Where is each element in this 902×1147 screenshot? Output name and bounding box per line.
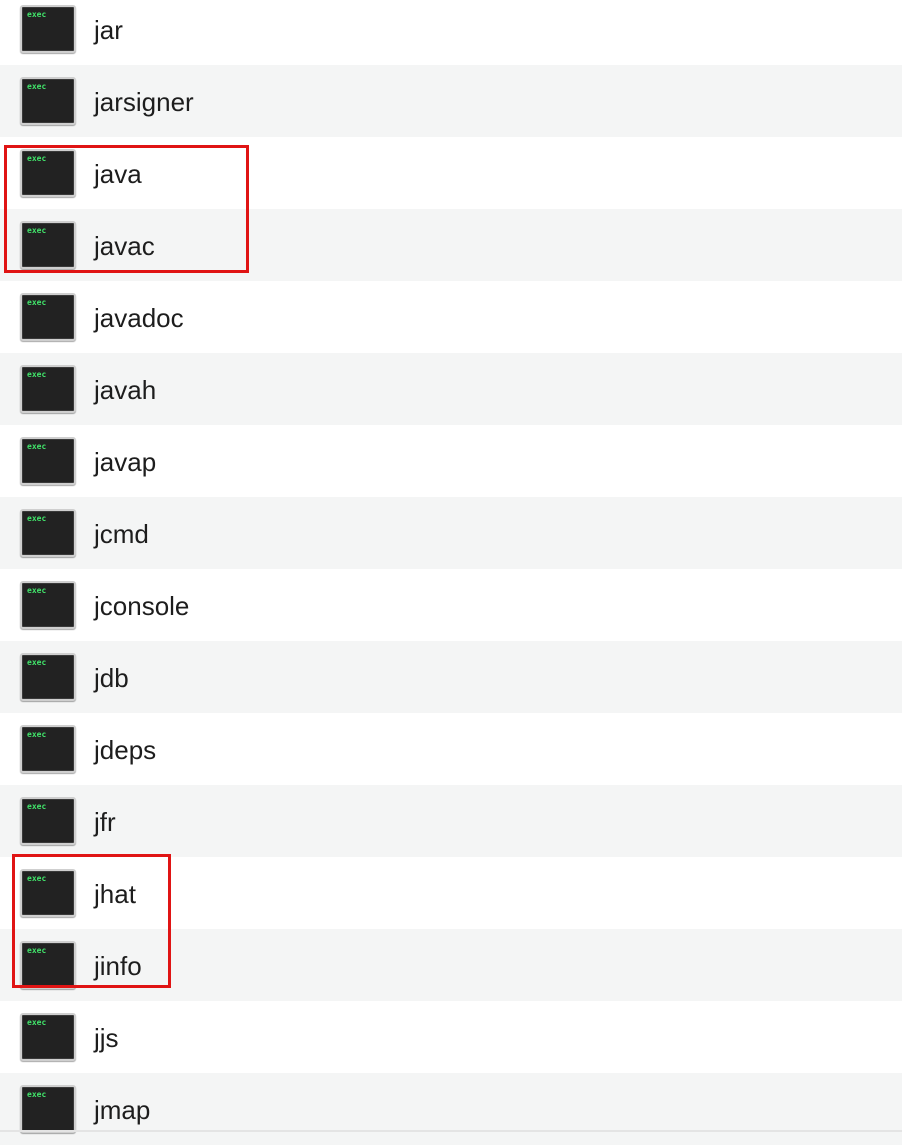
file-row-javac[interactable]: exec javac bbox=[0, 209, 902, 281]
file-row-jar[interactable]: exec jar bbox=[0, 0, 902, 65]
file-row-jhat[interactable]: exec jhat bbox=[0, 857, 902, 929]
file-name: jjs bbox=[94, 1023, 119, 1053]
terminal-executable-icon: exec bbox=[20, 221, 76, 269]
terminal-executable-icon: exec bbox=[20, 869, 76, 917]
exec-badge: exec bbox=[27, 226, 47, 235]
terminal-executable-icon: exec bbox=[20, 941, 76, 989]
exec-badge: exec bbox=[27, 10, 47, 19]
exec-badge: exec bbox=[27, 442, 47, 451]
file-row-jconsole[interactable]: exec jconsole bbox=[0, 569, 902, 641]
exec-badge: exec bbox=[27, 802, 47, 811]
terminal-executable-icon: exec bbox=[20, 1013, 76, 1061]
file-name: java bbox=[94, 159, 142, 189]
exec-badge: exec bbox=[27, 874, 47, 883]
exec-badge: exec bbox=[27, 730, 47, 739]
file-row-java[interactable]: exec java bbox=[0, 137, 902, 209]
terminal-executable-icon: exec bbox=[20, 5, 76, 53]
file-row-jmap[interactable]: exec jmap bbox=[0, 1073, 902, 1145]
terminal-executable-icon: exec bbox=[20, 149, 76, 197]
file-name: jconsole bbox=[94, 591, 190, 621]
file-row-jdb[interactable]: exec jdb bbox=[0, 641, 902, 713]
file-row-jarsigner[interactable]: exec jarsigner bbox=[0, 65, 902, 137]
file-name: jdeps bbox=[94, 735, 157, 765]
file-name: jarsigner bbox=[94, 87, 194, 117]
file-row-jcmd[interactable]: exec jcmd bbox=[0, 497, 902, 569]
file-row-jfr[interactable]: exec jfr bbox=[0, 785, 902, 857]
file-row-javah[interactable]: exec javah bbox=[0, 353, 902, 425]
exec-badge: exec bbox=[27, 82, 47, 91]
file-name: jinfo bbox=[94, 951, 142, 981]
terminal-executable-icon: exec bbox=[20, 653, 76, 701]
file-name: jcmd bbox=[94, 519, 149, 549]
file-name: jhat bbox=[94, 879, 136, 909]
file-list: exec jar exec jarsigner exec java exec j… bbox=[0, 0, 902, 1145]
exec-badge: exec bbox=[27, 154, 47, 163]
file-name: jfr bbox=[94, 807, 116, 837]
terminal-executable-icon: exec bbox=[20, 437, 76, 485]
exec-badge: exec bbox=[27, 298, 47, 307]
exec-badge: exec bbox=[27, 1018, 47, 1027]
exec-badge: exec bbox=[27, 658, 47, 667]
file-row-jdeps[interactable]: exec jdeps bbox=[0, 713, 902, 785]
exec-badge: exec bbox=[27, 946, 47, 955]
file-name: jmap bbox=[94, 1095, 151, 1125]
exec-badge: exec bbox=[27, 586, 47, 595]
terminal-executable-icon: exec bbox=[20, 1085, 76, 1133]
terminal-executable-icon: exec bbox=[20, 509, 76, 557]
file-name: jdb bbox=[94, 663, 129, 693]
exec-badge: exec bbox=[27, 1090, 47, 1099]
file-name: jar bbox=[94, 15, 123, 45]
terminal-executable-icon: exec bbox=[20, 365, 76, 413]
file-row-javap[interactable]: exec javap bbox=[0, 425, 902, 497]
terminal-executable-icon: exec bbox=[20, 77, 76, 125]
terminal-executable-icon: exec bbox=[20, 293, 76, 341]
terminal-executable-icon: exec bbox=[20, 581, 76, 629]
file-name: javah bbox=[94, 375, 157, 405]
terminal-executable-icon: exec bbox=[20, 797, 76, 845]
file-name: javac bbox=[94, 231, 155, 261]
file-name: javadoc bbox=[94, 303, 184, 333]
exec-badge: exec bbox=[27, 514, 47, 523]
file-row-jjs[interactable]: exec jjs bbox=[0, 1001, 902, 1073]
file-name: javap bbox=[94, 447, 157, 477]
file-row-jinfo[interactable]: exec jinfo bbox=[0, 929, 902, 1001]
terminal-executable-icon: exec bbox=[20, 725, 76, 773]
file-row-javadoc[interactable]: exec javadoc bbox=[0, 281, 902, 353]
exec-badge: exec bbox=[27, 370, 47, 379]
